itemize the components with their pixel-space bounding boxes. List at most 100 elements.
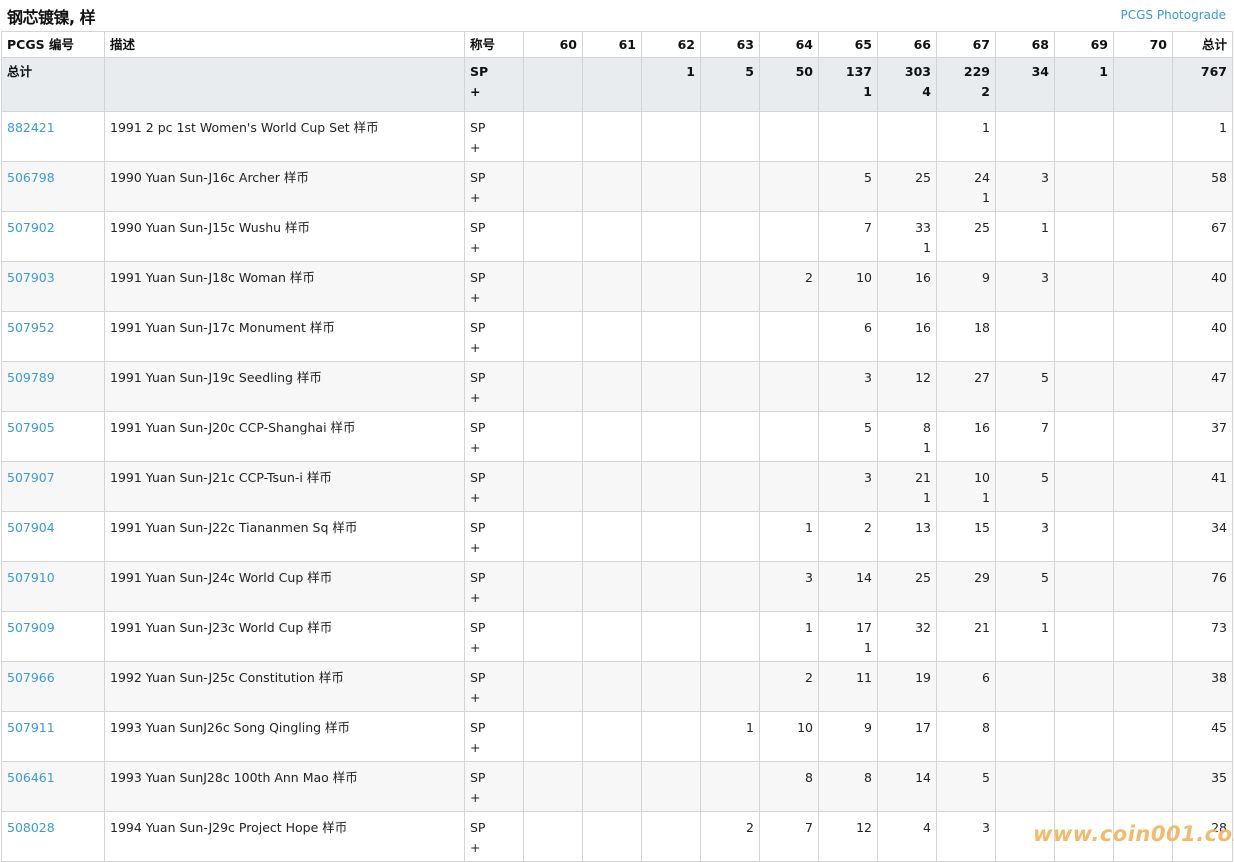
grade-count-cell: [1113, 57, 1173, 112]
pcgs-number-link[interactable]: 507911: [7, 720, 55, 735]
grade-count-cell: [759, 211, 819, 262]
cell-value: 8: [864, 770, 872, 785]
pcgs-number-link[interactable]: 506798: [7, 170, 55, 185]
pcgs-number-cell: 507966: [1, 661, 105, 712]
column-header: 63: [700, 31, 760, 58]
pcgs-number-link[interactable]: 507902: [7, 220, 55, 235]
grade-count-cell: [1054, 261, 1114, 312]
cell-value: 1: [923, 240, 931, 255]
cell-value: 1: [982, 120, 990, 135]
pcgs-number-cell: 507905: [1, 411, 105, 462]
cell-value: 9: [864, 720, 872, 735]
row-total: 40: [1172, 311, 1233, 362]
grade-count-cell: [582, 511, 642, 562]
grade-count-cell: 1: [759, 511, 819, 562]
pcgs-number-link[interactable]: 509789: [7, 370, 55, 385]
cell-value: 3: [864, 470, 872, 485]
designation-cell: SP +: [464, 811, 524, 862]
pcgs-number-link[interactable]: 507905: [7, 420, 55, 435]
watermark: www.coin001.com: [1033, 822, 1234, 846]
grade-count-cell: [759, 461, 819, 512]
column-header: 总计: [1172, 31, 1233, 58]
cell-value: 1: [923, 440, 931, 455]
column-header: 64: [759, 31, 819, 58]
pcgs-number-link[interactable]: 507910: [7, 570, 55, 585]
cell-value: +: [470, 290, 481, 305]
grade-count-cell: 6: [936, 661, 996, 712]
description-cell: 1991 Yuan Sun-J19c Seedling 样币: [104, 361, 465, 412]
cell-value: 1: [982, 490, 990, 505]
grade-count-cell: [582, 811, 642, 862]
grade-count-cell: [1054, 461, 1114, 512]
grade-count-cell: [1054, 611, 1114, 662]
grade-count-cell: [523, 611, 583, 662]
cell-value: 17: [856, 620, 872, 635]
grade-count-cell: 33 1: [877, 211, 937, 262]
grade-count-cell: [582, 311, 642, 362]
grade-count-cell: [818, 111, 878, 162]
designation-cell: SP +: [464, 57, 524, 112]
grade-count-cell: [523, 211, 583, 262]
column-header: 62: [641, 31, 701, 58]
cell-value: 4: [922, 84, 931, 99]
cell-value: 1: [746, 720, 754, 735]
pcgs-number-link[interactable]: 507904: [7, 520, 55, 535]
grade-count-cell: [582, 461, 642, 512]
grade-count-cell: [1113, 661, 1173, 712]
page-header: 钢芯镀镍, 样 PCGS Photograde: [0, 0, 1234, 32]
grade-count-cell: 17 1: [818, 611, 878, 662]
column-header: 称号: [464, 31, 524, 58]
designation-cell: SP +: [464, 311, 524, 362]
grade-count-cell: 16: [877, 311, 937, 362]
cell-value: 14: [856, 570, 872, 585]
pcgs-number-link[interactable]: 507907: [7, 470, 55, 485]
cell-value: 5: [982, 770, 990, 785]
pcgs-number-link[interactable]: 507966: [7, 670, 55, 685]
cell-value: 1: [864, 640, 872, 655]
pcgs-number-link[interactable]: 507903: [7, 270, 55, 285]
grade-count-cell: [641, 561, 701, 612]
grade-count-cell: [582, 161, 642, 212]
grade-count-cell: 5: [700, 57, 760, 112]
cell-value: 13: [915, 520, 931, 535]
grade-count-cell: [582, 111, 642, 162]
table-row: 507952 1991 Yuan Sun-J17c Monument 样币 SP +6…: [1, 311, 1233, 362]
cell-value: +: [470, 790, 481, 805]
table-row: 507903 1991 Yuan Sun-J18c Woman 样币 SP +2 10 1…: [1, 261, 1233, 312]
pcgs-number-link[interactable]: 508028: [7, 820, 55, 835]
grade-count-cell: 21 1: [877, 461, 937, 512]
pcgs-number-link[interactable]: 507909: [7, 620, 55, 635]
grade-count-cell: [1113, 561, 1173, 612]
grade-count-cell: [1113, 161, 1173, 212]
grade-count-cell: [700, 561, 760, 612]
grade-count-cell: [641, 811, 701, 862]
cell-value: SP: [470, 420, 486, 435]
grade-count-cell: [523, 561, 583, 612]
cell-value: 3: [1041, 520, 1049, 535]
grade-count-cell: [995, 761, 1055, 812]
grade-count-cell: 3: [995, 261, 1055, 312]
grade-count-cell: 7: [759, 811, 819, 862]
cell-value: 15: [974, 520, 990, 535]
grade-count-cell: [641, 661, 701, 712]
grade-count-cell: [523, 261, 583, 312]
cell-value: 21: [915, 470, 931, 485]
pcgs-number-link[interactable]: 507952: [7, 320, 55, 335]
grade-count-cell: [700, 211, 760, 262]
pcgs-photograde-link[interactable]: PCGS Photograde: [1121, 8, 1226, 22]
pcgs-number-link[interactable]: 882421: [7, 120, 55, 135]
grade-count-cell: [759, 311, 819, 362]
cell-value: SP: [470, 720, 486, 735]
grade-count-cell: [582, 57, 642, 112]
cell-value: SP: [470, 170, 486, 185]
cell-value: SP: [470, 670, 486, 685]
cell-value: SP: [470, 64, 489, 79]
cell-value: 6: [982, 670, 990, 685]
row-total: 41: [1172, 461, 1233, 512]
pcgs-number-link[interactable]: 506461: [7, 770, 55, 785]
grade-count-cell: [523, 511, 583, 562]
cell-value: +: [470, 640, 481, 655]
grade-count-cell: 25: [936, 211, 996, 262]
cell-value: 24: [974, 170, 990, 185]
cell-value: 19: [915, 670, 931, 685]
